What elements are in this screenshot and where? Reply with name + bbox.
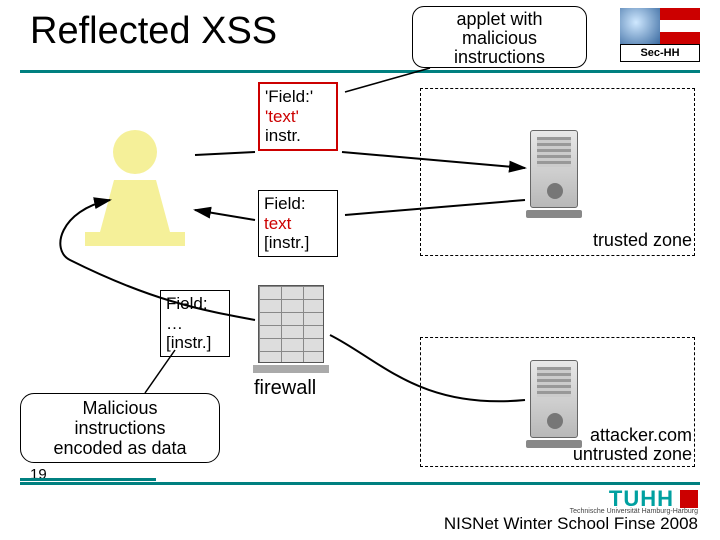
msg2-l2: text (264, 214, 332, 234)
trusted-zone-label: trusted zone (593, 230, 692, 251)
title-underline (20, 70, 700, 73)
untrusted-zone-label: untrusted zone (573, 444, 692, 465)
message-through-firewall: Field: … [instr.] (160, 290, 230, 357)
msg1-l2: 'text' (265, 107, 331, 127)
mal-l2: instructions (21, 419, 219, 439)
trusted-server-icon (530, 130, 578, 220)
applet-line1: applet with (413, 10, 586, 29)
msg2-l1: Field: (264, 194, 332, 214)
tuhh-square-icon (680, 490, 698, 508)
flag-icon (660, 8, 700, 44)
attacker-server-icon (530, 360, 578, 450)
footer-text: NISNet Winter School Finse 2008 (444, 514, 698, 534)
applet-callout: applet with malicious instructions (412, 6, 587, 68)
footer-underline (20, 482, 700, 485)
tuhh-logo: TUHH Technische Universität Hamburg-Harb… (609, 486, 698, 512)
message-request: 'Field:' 'text' instr. (258, 82, 338, 151)
firewall-icon (258, 285, 324, 375)
mal-l1: Malicious (21, 399, 219, 419)
msg3-l2: … (166, 314, 224, 334)
firewall-label: firewall (254, 377, 316, 400)
applet-line2: malicious (413, 29, 586, 48)
msg1-l1: 'Field:' (265, 87, 331, 107)
applet-line3: instructions (413, 48, 586, 67)
malicious-instructions-callout: Malicious instructions encoded as data (20, 393, 220, 463)
attacker-label: attacker.com (590, 425, 692, 446)
msg2-l3: [instr.] (264, 233, 332, 253)
sechh-badge: Sec-HH (620, 8, 700, 64)
sechh-label: Sec-HH (620, 44, 700, 62)
mal-l3: encoded as data (21, 439, 219, 459)
msg3-l1: Field: (166, 294, 224, 314)
slide-title: Reflected XSS (30, 10, 277, 53)
user-icon (80, 130, 190, 250)
globe-icon (620, 8, 660, 44)
msg1-l3: instr. (265, 126, 331, 146)
message-response: Field: text [instr.] (258, 190, 338, 257)
msg3-l3: [instr.] (166, 333, 224, 353)
